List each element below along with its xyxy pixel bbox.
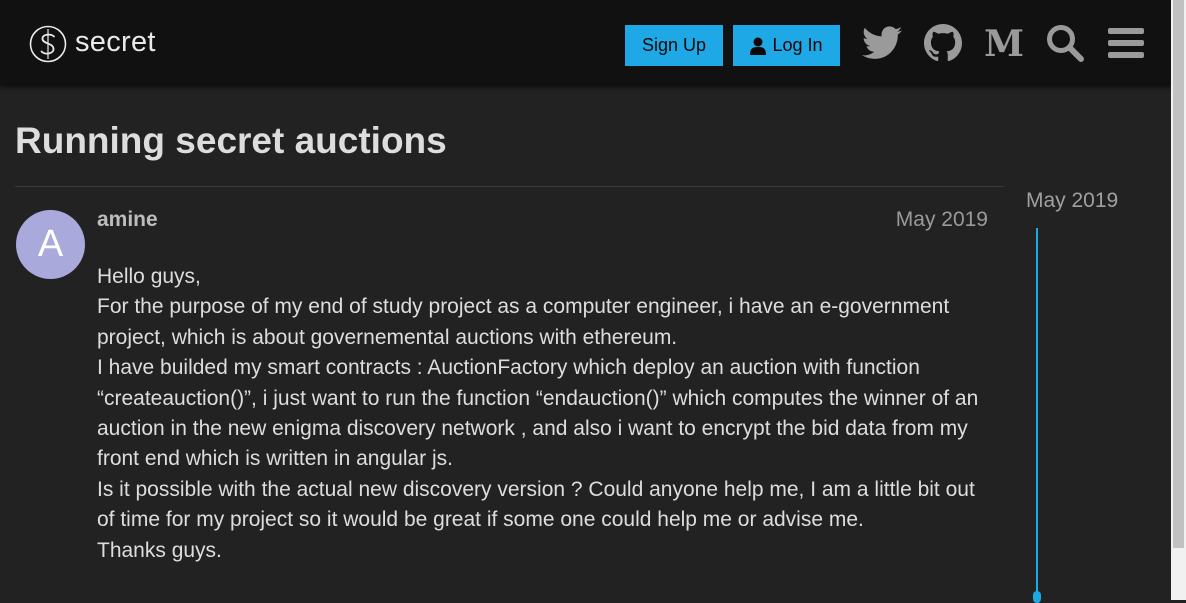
menu-button[interactable]	[1105, 22, 1147, 64]
medium-icon: M	[984, 26, 1024, 60]
log-in-label: Log In	[772, 35, 823, 55]
post-paragraph: Hello guys,	[97, 265, 201, 288]
post-paragraph: For the purpose of my end of study proje…	[97, 295, 950, 349]
user-icon	[750, 37, 767, 55]
topic-title[interactable]: Running secret auctions	[15, 120, 447, 162]
secret-logo-icon	[29, 25, 67, 63]
timeline-scroll-track[interactable]	[1036, 228, 1038, 600]
post-paragraph: Is it possible with the actual new disco…	[97, 477, 975, 532]
title-divider	[15, 186, 1004, 187]
log-in-button[interactable]: Log In	[733, 25, 840, 66]
search-button[interactable]	[1044, 22, 1086, 64]
logo-text: secret	[75, 26, 156, 58]
search-icon	[1047, 25, 1084, 62]
post-paragraph: I have builded my smart contracts : Auct…	[97, 356, 979, 471]
twitter-icon	[862, 26, 902, 59]
svg-text:M: M	[984, 26, 1024, 60]
sign-up-label: Sign Up	[641, 35, 707, 55]
timeline-scroll-handle[interactable]	[1033, 591, 1041, 603]
timeline-date-label[interactable]: May 2019	[1026, 189, 1118, 213]
site-logo[interactable]: secret	[29, 25, 156, 63]
page-scrollbar-thumb[interactable]	[1173, 0, 1184, 548]
github-icon	[924, 24, 962, 62]
sign-up-button[interactable]: Sign Up	[625, 25, 723, 66]
medium-link[interactable]: M	[983, 22, 1025, 64]
post-date[interactable]: May 2019	[896, 208, 988, 232]
avatar-letter: A	[37, 223, 64, 265]
twitter-link[interactable]	[861, 22, 903, 64]
post-username[interactable]: amine	[97, 208, 158, 232]
post-paragraph: Thanks guys.	[97, 538, 222, 562]
post-body: Hello guys, For the purpose of my end of…	[97, 262, 997, 566]
github-link[interactable]	[922, 22, 964, 64]
avatar[interactable]: A	[16, 210, 85, 279]
site-header: secret Sign Up Log In M	[0, 0, 1171, 86]
menu-icon	[1108, 28, 1144, 58]
